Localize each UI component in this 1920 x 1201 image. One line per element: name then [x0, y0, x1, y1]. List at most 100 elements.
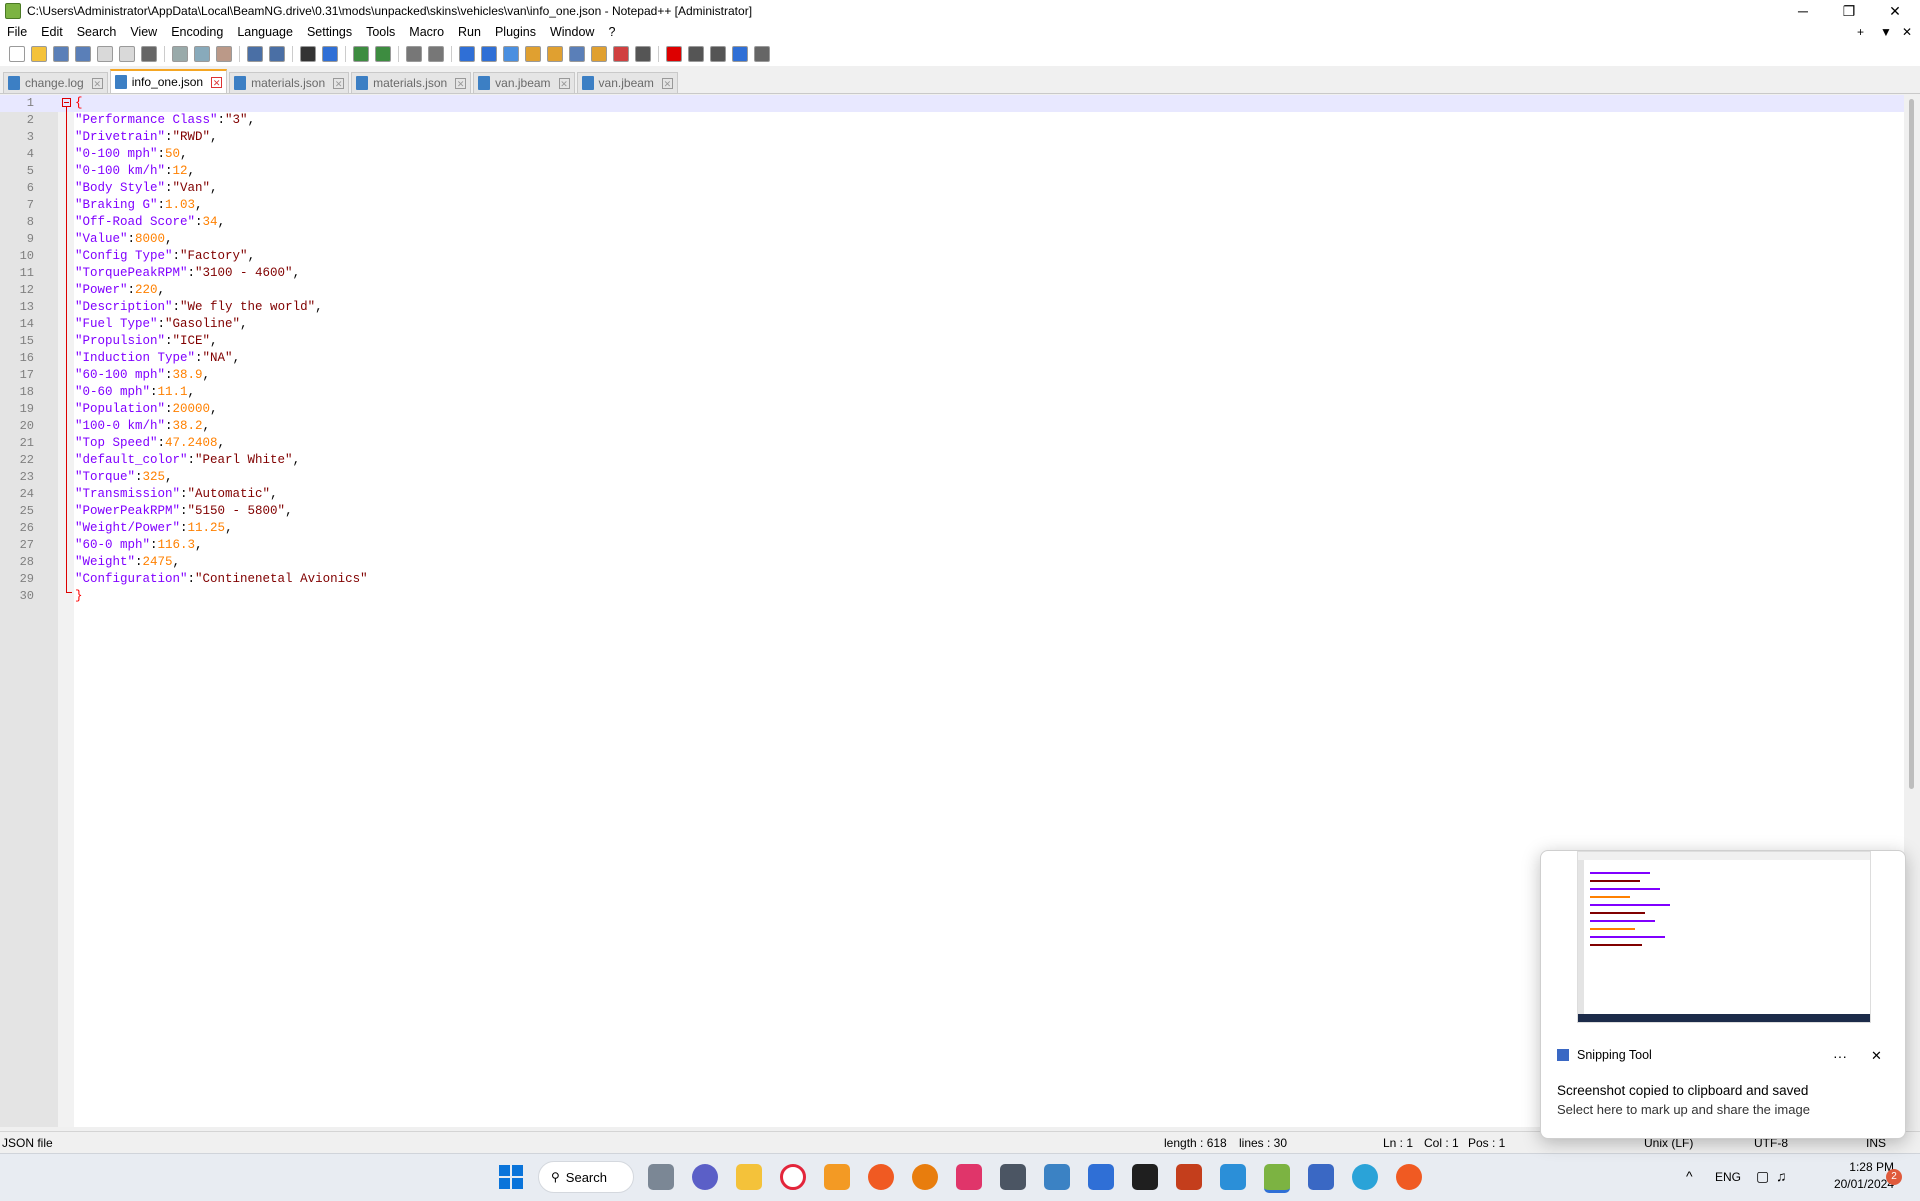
- menu-item-file[interactable]: File: [0, 25, 34, 39]
- nodes-app-icon-2[interactable]: [1396, 1164, 1422, 1190]
- tab-close-icon[interactable]: ✕: [91, 77, 103, 89]
- code-line[interactable]: 5 "0-100 km/h":12,: [0, 163, 1904, 180]
- taskbar-search[interactable]: ⚲ Search: [538, 1161, 634, 1193]
- clock-time[interactable]: 1:28 PM: [1828, 1160, 1894, 1174]
- teams-chat-icon[interactable]: [692, 1164, 718, 1190]
- menu-item-plugins[interactable]: Plugins: [488, 25, 543, 39]
- tab-close-icon[interactable]: ✕: [558, 77, 570, 89]
- tray-chevron-icon[interactable]: ^: [1686, 1168, 1693, 1184]
- word-wrap-icon[interactable]: [459, 46, 475, 62]
- save-macro-icon[interactable]: [754, 46, 770, 62]
- tab-materials-json[interactable]: materials.json ✕: [351, 72, 472, 93]
- code-line[interactable]: 21 "Top Speed":47.2408,: [0, 435, 1904, 452]
- close-doc-icon[interactable]: ✕: [1902, 22, 1912, 42]
- code-line[interactable]: 12 "Power":220,: [0, 282, 1904, 299]
- stop-macro-icon[interactable]: [688, 46, 704, 62]
- start-button[interactable]: [498, 1164, 524, 1190]
- code-line[interactable]: 2 "Performance Class":"3",: [0, 112, 1904, 129]
- code-line[interactable]: 16 "Induction Type":"NA",: [0, 350, 1904, 367]
- calculator-icon[interactable]: [1044, 1164, 1070, 1190]
- snipping-tool-toast[interactable]: Snipping Tool ··· ✕ Screenshot copied to…: [1540, 850, 1906, 1139]
- run-macro-multiple-icon[interactable]: [732, 46, 748, 62]
- orange-app-icon[interactable]: [824, 1164, 850, 1190]
- play-macro-icon[interactable]: [710, 46, 726, 62]
- zoom-in-icon[interactable]: [353, 46, 369, 62]
- code-line[interactable]: 22 "default_color":"Pearl White",: [0, 452, 1904, 469]
- code-line[interactable]: 14 "Fuel Type":"Gasoline",: [0, 316, 1904, 333]
- photos-icon[interactable]: [1220, 1164, 1246, 1190]
- tab-close-icon[interactable]: ✕: [661, 77, 673, 89]
- code-line[interactable]: 19 "Population":20000,: [0, 401, 1904, 418]
- record-macro-icon[interactable]: [666, 46, 682, 62]
- code-line[interactable]: 24 "Transmission":"Automatic",: [0, 486, 1904, 503]
- sync-vertical-icon[interactable]: [406, 46, 422, 62]
- show-all-chars-icon[interactable]: [481, 46, 497, 62]
- notepad-icon[interactable]: [1088, 1164, 1114, 1190]
- code-line[interactable]: 6 "Body Style":"Van",: [0, 180, 1904, 197]
- menu-item-help[interactable]: ?: [601, 25, 622, 39]
- blender-icon[interactable]: [912, 1164, 938, 1190]
- minimize-button[interactable]: ─: [1780, 0, 1826, 22]
- find-icon[interactable]: [300, 46, 316, 62]
- pink-app-icon[interactable]: [956, 1164, 982, 1190]
- menu-item-settings[interactable]: Settings: [300, 25, 359, 39]
- menu-item-window[interactable]: Window: [543, 25, 601, 39]
- capcut-icon[interactable]: [1132, 1164, 1158, 1190]
- tab-close-icon[interactable]: ✕: [455, 77, 467, 89]
- udl-icon[interactable]: [525, 46, 541, 62]
- tab-close-icon[interactable]: ✕: [211, 76, 223, 88]
- code-line[interactable]: 29 "Configuration":"Continenetal Avionics…: [0, 571, 1904, 588]
- globe-app-icon[interactable]: [1352, 1164, 1378, 1190]
- scrollbar-thumb[interactable]: [1909, 99, 1914, 789]
- code-line[interactable]: 23 "Torque":325,: [0, 469, 1904, 486]
- menu-item-edit[interactable]: Edit: [34, 25, 70, 39]
- save-icon[interactable]: [53, 46, 69, 62]
- close-window-button[interactable]: ✕: [1872, 0, 1918, 22]
- code-line[interactable]: 27 "60-0 mph":116.3,: [0, 537, 1904, 554]
- cut-icon[interactable]: [172, 46, 188, 62]
- code-line[interactable]: 13 "Description":"We fly the world",: [0, 299, 1904, 316]
- toast-more-button[interactable]: ···: [1833, 1048, 1847, 1064]
- code-line[interactable]: 20 "100-0 km/h":38.2,: [0, 418, 1904, 435]
- notification-badge[interactable]: 2: [1886, 1169, 1902, 1185]
- code-line[interactable]: 4 "0-100 mph":50,: [0, 146, 1904, 163]
- notepadpp-taskbar-icon[interactable]: [1264, 1164, 1290, 1193]
- file-explorer-icon[interactable]: [736, 1164, 762, 1190]
- powerpoint-icon[interactable]: [1176, 1164, 1202, 1190]
- code-line[interactable]: 7 "Braking G":1.03,: [0, 197, 1904, 214]
- nodes-app-icon[interactable]: [868, 1164, 894, 1190]
- code-line[interactable]: 9 "Value":8000,: [0, 231, 1904, 248]
- open-file-icon[interactable]: [31, 46, 47, 62]
- menu-item-view[interactable]: View: [123, 25, 164, 39]
- tab-info_one-json[interactable]: info_one.json ✕: [109, 69, 228, 93]
- doc-list-icon[interactable]: [569, 46, 585, 62]
- menu-item-search[interactable]: Search: [70, 25, 124, 39]
- tab-materials-json[interactable]: materials.json ✕: [229, 72, 350, 93]
- close-all-icon[interactable]: [119, 46, 135, 62]
- undo-icon[interactable]: [247, 46, 263, 62]
- replace-icon[interactable]: [322, 46, 338, 62]
- code-line[interactable]: 1{: [0, 95, 1904, 112]
- code-line[interactable]: 25 "PowerPeakRPM":"5150 - 5800",: [0, 503, 1904, 520]
- task-view-icon[interactable]: [648, 1164, 674, 1190]
- doc-map-icon[interactable]: [547, 46, 563, 62]
- language-indicator[interactable]: ENG: [1715, 1170, 1741, 1184]
- opera-browser-icon[interactable]: [780, 1164, 806, 1190]
- monitoring-icon[interactable]: [635, 46, 651, 62]
- volume-icon[interactable]: ♫: [1776, 1168, 1787, 1184]
- snipping-app-icon[interactable]: [1308, 1164, 1334, 1190]
- paste-icon[interactable]: [216, 46, 232, 62]
- tab-close-icon[interactable]: ✕: [333, 77, 345, 89]
- settings-tool-icon[interactable]: [1000, 1164, 1026, 1190]
- menu-item-run[interactable]: Run: [451, 25, 488, 39]
- code-lines[interactable]: 1{2 "Performance Class":"3", 3 "Drivetrain"…: [0, 95, 1904, 605]
- code-line[interactable]: 17 "60-100 mph":38.9,: [0, 367, 1904, 384]
- new-tab-icon[interactable]: +: [1857, 22, 1864, 42]
- code-line[interactable]: 8 "Off-Road Score":34,: [0, 214, 1904, 231]
- indent-guide-icon[interactable]: [503, 46, 519, 62]
- code-line[interactable]: 30}: [0, 588, 1904, 605]
- redo-icon[interactable]: [269, 46, 285, 62]
- menu-item-tools[interactable]: Tools: [359, 25, 402, 39]
- code-line[interactable]: 28 "Weight":2475,: [0, 554, 1904, 571]
- code-line[interactable]: 15 "Propulsion":"ICE",: [0, 333, 1904, 350]
